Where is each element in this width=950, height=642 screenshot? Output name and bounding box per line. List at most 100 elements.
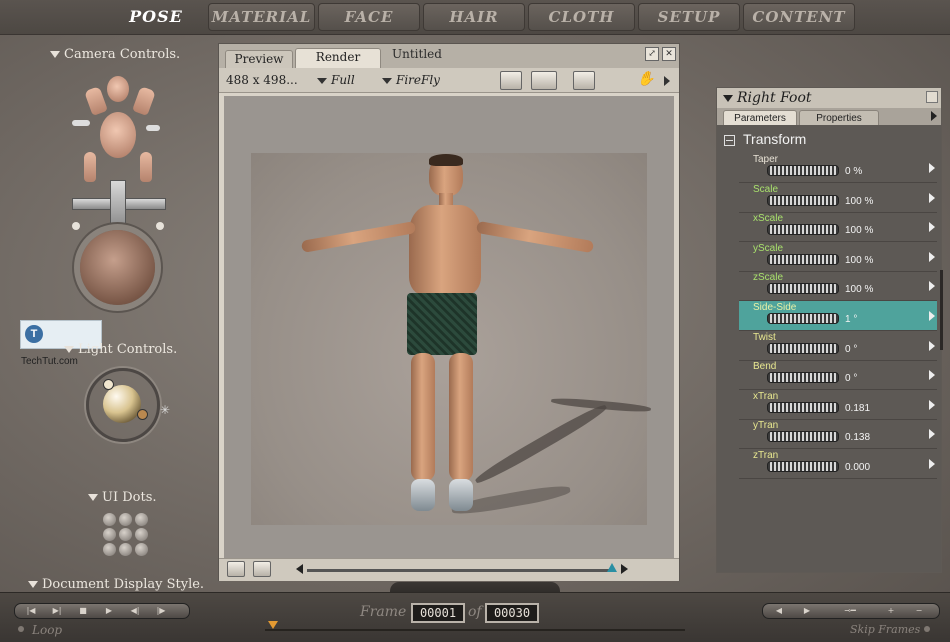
render-camera-icon[interactable] — [500, 71, 522, 90]
parameter-menu-arrow-icon[interactable] — [929, 340, 935, 351]
parameter-row[interactable]: xTran 0.181 — [739, 390, 937, 420]
light-handle-icon[interactable] — [137, 409, 148, 420]
main-camera-head-icon[interactable] — [100, 112, 136, 158]
panel-scrollbar[interactable] — [940, 270, 943, 350]
close-icon[interactable]: ✕ — [662, 47, 676, 61]
ui-dot[interactable] — [119, 528, 132, 541]
renderer-dropdown[interactable]: FireFly — [382, 73, 440, 87]
tab-material[interactable]: MATERIAL — [208, 3, 315, 31]
last-frame-icon[interactable]: |▶ — [151, 605, 171, 617]
parameter-row[interactable]: Taper 0 % — [739, 153, 937, 183]
timeline-track[interactable] — [265, 629, 685, 631]
parameter-menu-arrow-icon[interactable] — [929, 281, 935, 292]
tab-face[interactable]: FACE — [318, 3, 420, 31]
current-frame-field[interactable]: 00001 — [411, 603, 465, 623]
parameter-row[interactable]: yScale 100 % — [739, 242, 937, 272]
ui-dot[interactable] — [103, 543, 116, 556]
total-frames-field[interactable]: 00030 — [485, 603, 539, 623]
tab-hair[interactable]: HAIR — [423, 3, 525, 31]
parameter-menu-arrow-icon[interactable] — [929, 192, 935, 203]
parameter-menu-arrow-icon[interactable] — [929, 370, 935, 381]
next-keyframe-icon[interactable]: ▶ — [797, 605, 817, 617]
parameter-menu-arrow-icon[interactable] — [929, 222, 935, 233]
camera-controls-header[interactable]: Camera Controls. — [50, 47, 180, 62]
document-display-style-header[interactable]: Document Display Style. — [28, 577, 204, 592]
parameter-dial[interactable] — [767, 283, 839, 295]
ui-dot[interactable] — [135, 513, 148, 526]
stop-icon[interactable]: ■ — [73, 605, 93, 617]
tab-setup[interactable]: SETUP — [638, 3, 740, 31]
panel-close-icon[interactable] — [926, 91, 938, 103]
light-controls-header[interactable]: Light Controls. — [64, 342, 177, 357]
parameter-value[interactable]: 0.000 — [845, 462, 870, 473]
parameter-value[interactable]: 1 ° — [845, 314, 857, 325]
tab-properties[interactable]: Properties — [799, 110, 879, 126]
render-viewport[interactable] — [224, 96, 674, 558]
parameter-menu-arrow-icon[interactable] — [929, 163, 935, 173]
parameter-value[interactable]: 100 % — [845, 284, 873, 295]
parameter-dial[interactable] — [767, 401, 839, 413]
rotate-left-icon[interactable] — [72, 120, 90, 126]
scroll-left-icon[interactable] — [296, 564, 303, 574]
parameter-row[interactable]: Side-Side 1 ° — [739, 301, 937, 331]
first-frame-icon[interactable]: |◀ — [21, 605, 41, 617]
tab-parameters[interactable]: Parameters — [723, 110, 797, 126]
prev-key-icon[interactable]: ▶| — [47, 605, 67, 617]
parameter-dial[interactable] — [767, 165, 839, 176]
display-mode-alt-icon[interactable] — [253, 561, 271, 577]
render-scroll-track[interactable] — [307, 569, 612, 572]
parameter-row[interactable]: Twist 0 ° — [739, 331, 937, 361]
scroll-right-icon[interactable] — [621, 564, 628, 574]
light-controls[interactable] — [86, 368, 160, 442]
remove-keyframe-icon[interactable]: − — [909, 605, 929, 617]
transform-group[interactable]: Transform — [717, 125, 941, 153]
timeline-scrubber[interactable] — [268, 621, 278, 629]
play-icon[interactable]: ▶ — [99, 605, 119, 617]
maximize-icon[interactable]: ⤢ — [645, 47, 659, 61]
face-camera-icon[interactable] — [107, 76, 129, 102]
hand-pan-icon[interactable]: ✋ — [637, 71, 654, 87]
prev-frame-icon[interactable]: ◀| — [125, 605, 145, 617]
parameter-menu-arrow-icon[interactable] — [929, 399, 935, 410]
light-sphere-icon[interactable] — [103, 385, 141, 423]
move-y-cross-icon[interactable] — [110, 180, 126, 228]
ui-dots-header[interactable]: UI Dots. — [88, 490, 157, 505]
parameter-row[interactable]: zTran 0.000 — [739, 449, 937, 479]
parameter-row[interactable]: xScale 100 % — [739, 212, 937, 243]
parameter-row[interactable]: zScale 100 % — [739, 271, 937, 302]
parameter-dial[interactable] — [767, 224, 839, 236]
display-mode-icon[interactable] — [227, 561, 245, 577]
ui-dot[interactable] — [103, 528, 116, 541]
parameter-row[interactable]: Scale 100 % — [739, 183, 937, 213]
ui-dot[interactable] — [135, 528, 148, 541]
right-hand-camera-icon[interactable] — [132, 86, 156, 116]
camera-dot-icon[interactable] — [72, 222, 80, 230]
tab-pose[interactable]: POSE — [115, 3, 197, 31]
ui-dot[interactable] — [119, 543, 132, 556]
render-area-icon[interactable] — [531, 71, 557, 90]
parameter-dial[interactable] — [767, 431, 839, 443]
move-camera-left-hand-icon[interactable] — [84, 152, 96, 182]
panel-menu-arrow-icon[interactable] — [931, 111, 937, 121]
left-hand-camera-icon[interactable] — [84, 86, 108, 116]
parameter-value[interactable]: 0 ° — [845, 344, 857, 355]
quality-dropdown[interactable]: Full — [317, 73, 355, 87]
parameter-menu-arrow-icon[interactable] — [929, 429, 935, 440]
rotate-right-icon[interactable] — [146, 125, 160, 131]
render-scroll-knob[interactable] — [607, 563, 617, 572]
parameters-header[interactable]: Right Foot — [717, 88, 941, 108]
trackball-icon[interactable] — [80, 230, 155, 305]
light-handle-icon[interactable] — [103, 379, 114, 390]
parameter-menu-arrow-icon[interactable] — [929, 311, 935, 321]
parameter-value[interactable]: 0 % — [845, 166, 862, 177]
tab-preview[interactable]: Preview — [225, 50, 293, 68]
parameter-value[interactable]: 0 ° — [845, 373, 857, 384]
parameter-dial[interactable] — [767, 342, 839, 354]
tab-render[interactable]: Render — [295, 48, 381, 69]
ui-dot[interactable] — [135, 543, 148, 556]
parameter-row[interactable]: Bend 0 ° — [739, 360, 937, 391]
key-icon[interactable]: ⊸━ — [833, 605, 867, 617]
parameter-dial[interactable] — [767, 194, 839, 206]
parameter-value[interactable]: 100 % — [845, 255, 873, 266]
parameter-dial[interactable] — [767, 313, 839, 324]
